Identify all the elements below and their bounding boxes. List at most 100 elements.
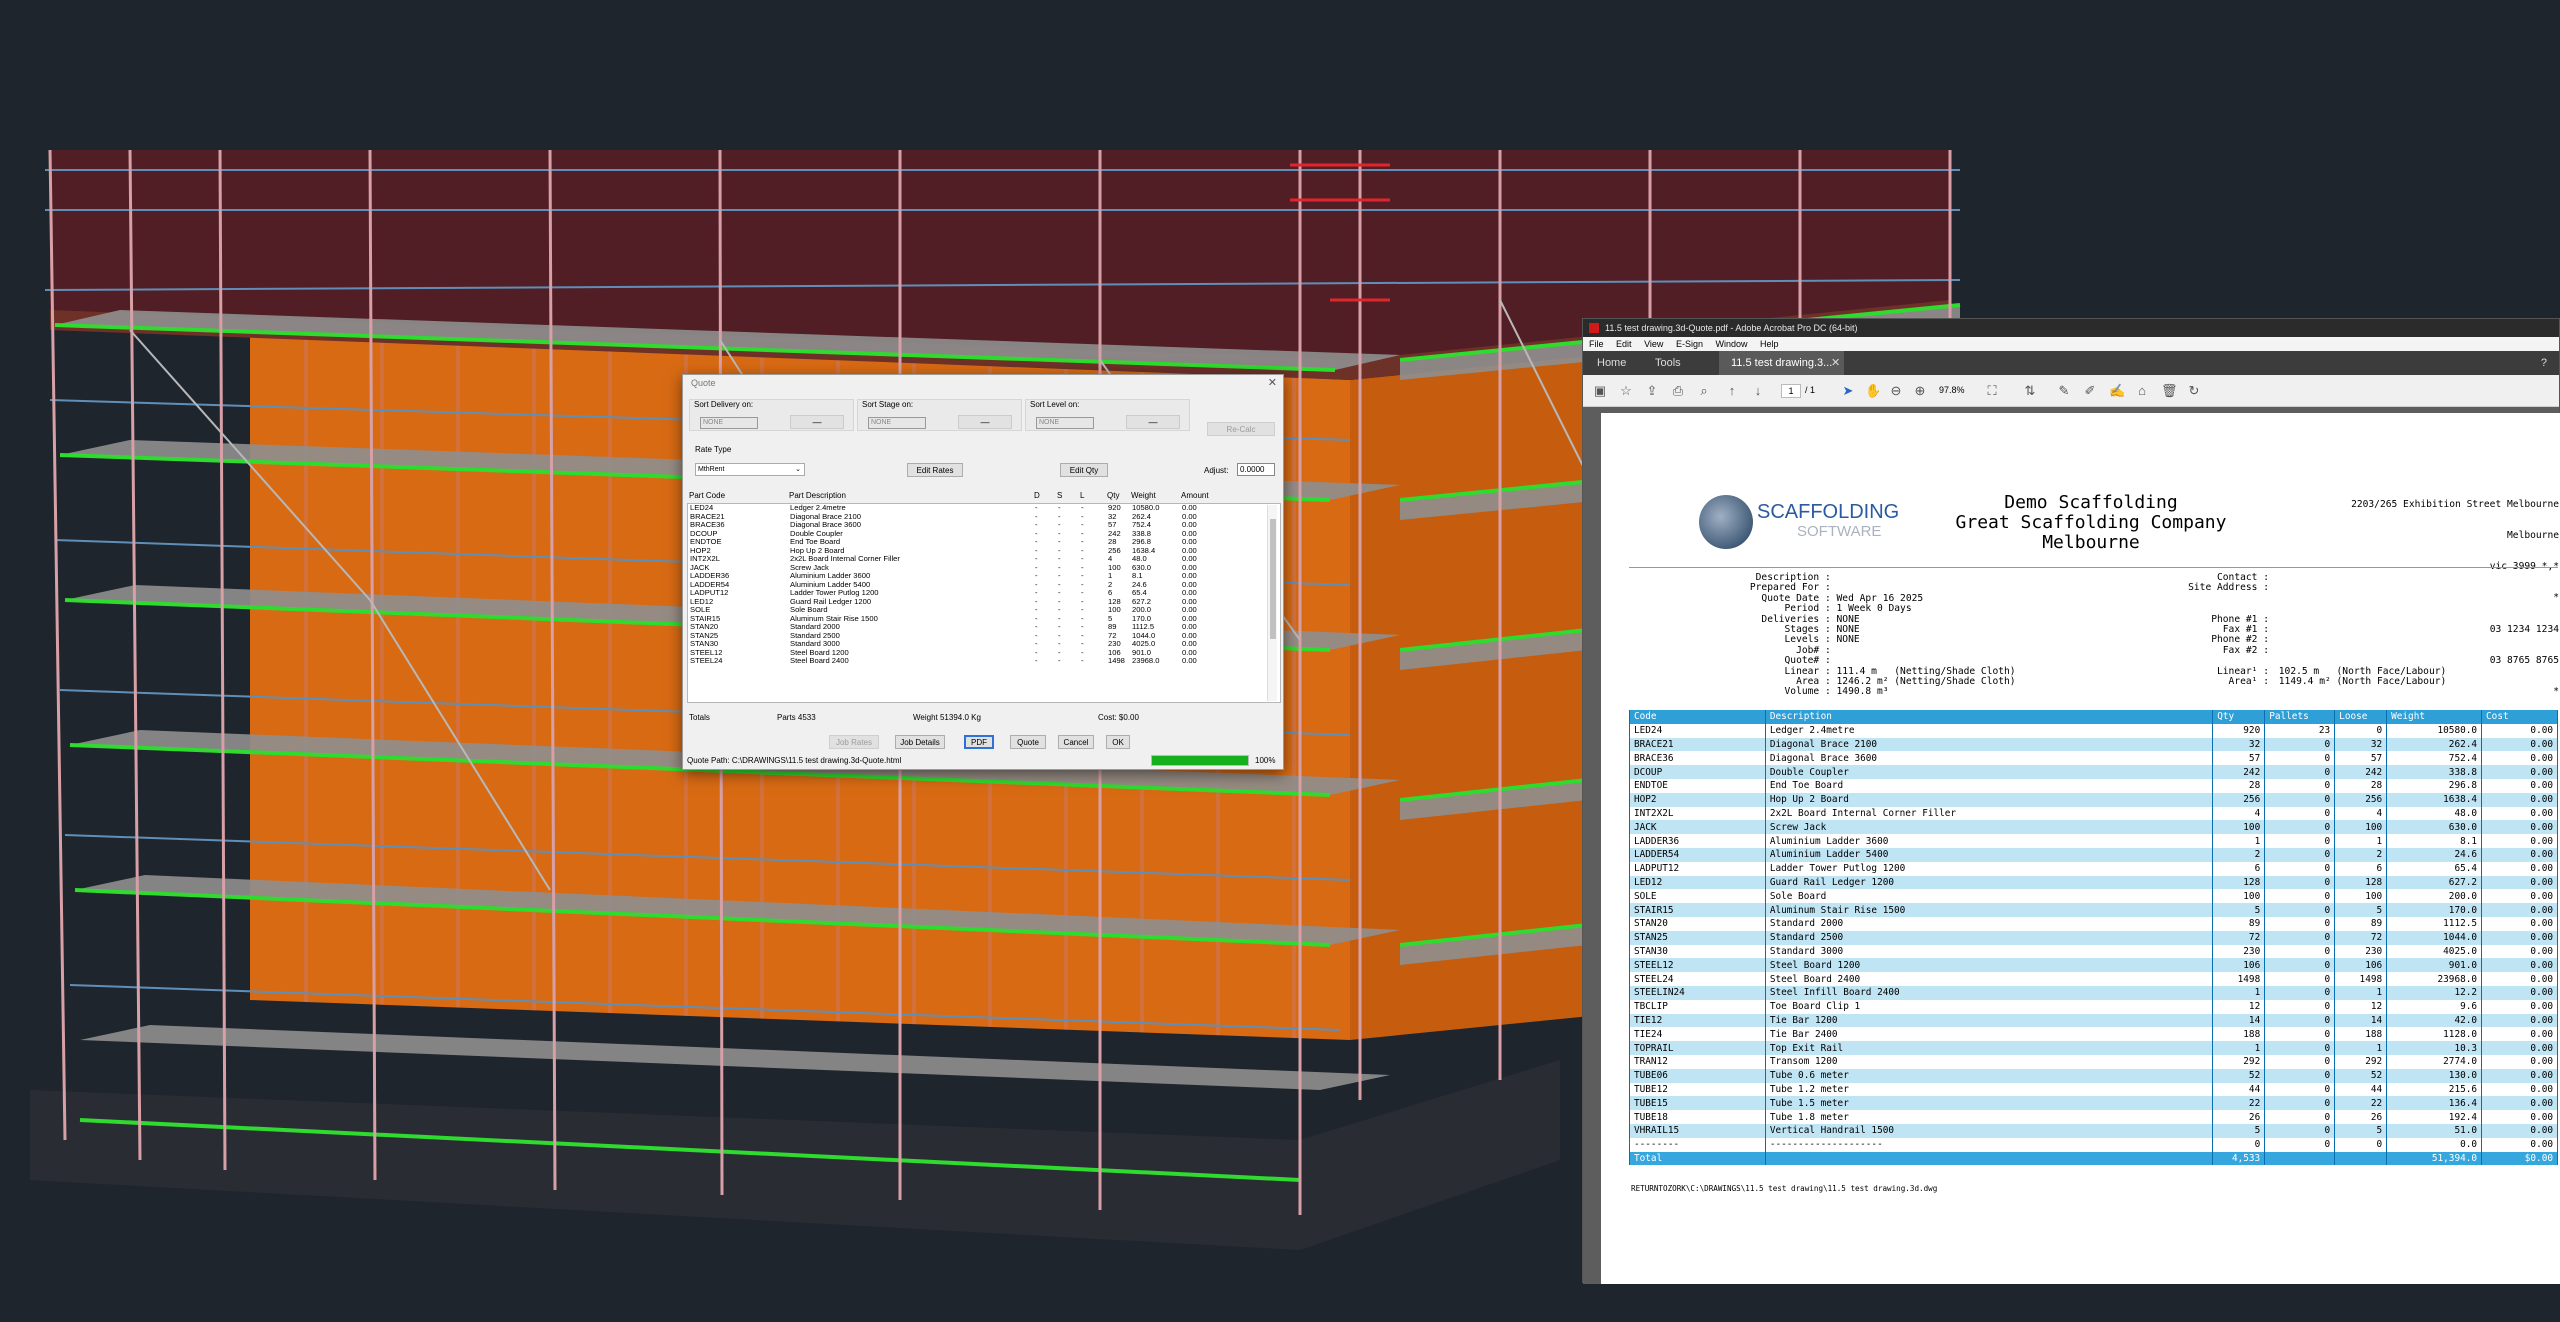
ok-button[interactable]: OK (1106, 735, 1130, 749)
cell-description: End Toe Board (1764, 778, 2214, 793)
cell-code: TIE12 (1629, 1013, 1766, 1028)
edit-rates-button[interactable]: Edit Rates (907, 463, 963, 477)
cell-qty: 100 (2212, 820, 2266, 835)
cell-code: TBCLIP (1629, 999, 1766, 1014)
draw-icon[interactable]: ✍ (2109, 384, 2125, 398)
cell-code: LADDER36 (1629, 834, 1766, 848)
recalc-button[interactable]: Re-Calc (1207, 422, 1275, 436)
cell-qty: 32 (2212, 737, 2266, 752)
stamp-icon[interactable]: ⌂ (2135, 384, 2149, 398)
sort-stage-button[interactable]: — (958, 415, 1012, 429)
menu-window[interactable]: Window (1715, 339, 1747, 349)
cell-cost: 0.00 (2481, 1068, 2558, 1083)
cell-weight: 24.6 (2386, 847, 2483, 862)
cell-pallets: 0 (2264, 834, 2336, 848)
table-row: TBCLIP Toe Board Clip 1 12 0 12 9.6 0.00 (1629, 999, 2558, 1014)
fit-page-icon[interactable]: ⛶ (1985, 384, 1999, 398)
table-row: STAN30 Standard 3000 230 0 230 4025.0 0.00 (1629, 944, 2558, 959)
table-row: TIE12 Tie Bar 1200 14 0 14 42.0 0.00 (1629, 1013, 2558, 1028)
document-view[interactable]: SCAFFOLDING SOFTWARE Demo Scaffolding Gr… (1583, 407, 2560, 1284)
next-page-icon[interactable]: ↓ (1751, 384, 1765, 398)
zoom-level[interactable]: 97.8% (1939, 385, 1965, 395)
zoom-out-icon[interactable]: ⊖ (1889, 384, 1903, 398)
job-rates-button[interactable]: Job Rates (829, 735, 879, 749)
sort-delivery-field[interactable]: NONE (700, 417, 758, 429)
quote-button[interactable]: Quote (1010, 735, 1046, 749)
cell-loose: 4 (2334, 806, 2388, 821)
part-d: - (1035, 656, 1038, 665)
save-icon[interactable]: ▣ (1593, 384, 1607, 398)
cell-qty: 2 (2212, 847, 2266, 862)
menu-help[interactable]: Help (1760, 339, 1779, 349)
prev-page-icon[interactable]: ↑ (1725, 384, 1739, 398)
select-cursor-icon[interactable]: ➤ (1841, 384, 1855, 398)
tab-tools[interactable]: Tools (1655, 351, 1681, 375)
menu-edit[interactable]: Edit (1616, 339, 1632, 349)
cell-pallets: 0 (2264, 792, 2336, 807)
acrobat-toolbar: ▣ ☆ ⇪ ⎙ ⌕ ↑ ↓ 1 / 1 ➤ ✋ ⊖ ⊕ 97.8% ⛶ ⇅ ✎ … (1583, 375, 2559, 407)
menu-file[interactable]: File (1589, 339, 1604, 349)
job-details-button[interactable]: Job Details (895, 735, 945, 749)
address-line-1: 2203/265 Exhibition Street Melbourne (2351, 498, 2559, 510)
adjust-input[interactable]: 0.0000 (1237, 463, 1275, 476)
cell-weight: 10.3 (2386, 1041, 2483, 1055)
page-input[interactable]: 1 (1781, 384, 1801, 398)
cell-pallets: 0 (2264, 958, 2336, 973)
comment-icon[interactable]: ✎ (2057, 384, 2071, 398)
cell-description: Standard 3000 (1764, 944, 2214, 959)
edit-qty-button[interactable]: Edit Qty (1060, 463, 1108, 477)
upload-icon[interactable]: ⇪ (1645, 384, 1659, 398)
close-icon[interactable]: ✕ (1268, 375, 1277, 391)
acrobat-window-title: 11.5 test drawing.3d-Quote.pdf - Adobe A… (1605, 323, 1858, 333)
cell-qty: 292 (2212, 1054, 2266, 1069)
cell-weight: 2774.0 (2386, 1054, 2483, 1069)
parts-scrollbar[interactable] (1267, 505, 1277, 701)
menu-esign[interactable]: E-Sign (1676, 339, 1703, 349)
cell-loose: 292 (2334, 1054, 2388, 1069)
cell-weight: 12.2 (2386, 985, 2483, 1000)
cell-description: Diagonal Brace 2100 (1764, 737, 2214, 752)
star-icon[interactable]: ☆ (1619, 384, 1633, 398)
search-icon[interactable]: ⌕ (1697, 384, 1711, 398)
sort-stage-field[interactable]: NONE (868, 417, 926, 429)
cell-qty: 920 (2212, 723, 2266, 738)
parts-list[interactable]: LED24 Ledger 2.4metre - - -920 10580.0 0.00 BRA… (687, 503, 1281, 703)
cell-cost: 0.00 (2481, 958, 2558, 973)
highlight-icon[interactable]: ✐ (2083, 384, 2097, 398)
cell-pallets: 0 (2264, 861, 2336, 876)
cell-cost: 0.00 (2481, 1137, 2558, 1152)
print-icon[interactable]: ⎙ (1671, 384, 1685, 398)
cell-description: Description (1764, 710, 2214, 724)
rotate-icon[interactable]: ↻ (2187, 384, 2201, 398)
scroll-mode-icon[interactable]: ⇅ (2023, 384, 2037, 398)
scrollbar-thumb[interactable] (1270, 519, 1276, 639)
sort-delivery-button[interactable]: — (790, 415, 844, 429)
tab-close-icon[interactable]: ✕ (1831, 351, 1840, 375)
menu-bar: File Edit View E-Sign Window Help (1583, 337, 2559, 351)
zoom-in-icon[interactable]: ⊕ (1913, 384, 1927, 398)
sort-level-button[interactable]: — (1126, 415, 1180, 429)
table-row: TOPRAIL Top Exit Rail 1 0 1 10.3 0.00 (1629, 1041, 2558, 1055)
sort-level-field[interactable]: NONE (1036, 417, 1094, 429)
delete-icon[interactable]: 🗑 (2161, 384, 2178, 398)
cell-weight: 200.0 (2386, 889, 2483, 904)
cell-description: Top Exit Rail (1764, 1041, 2214, 1055)
rate-type-select[interactable]: MthRent ⌄ (695, 463, 805, 476)
cell-weight: 1044.0 (2386, 930, 2483, 945)
cell-cost: 0.00 (2481, 1096, 2558, 1111)
address-line-7: * (2553, 686, 2559, 698)
parts-row[interactable]: STEEL24 Steel Board 2400 - - - 1498 23968.0 0.0… (688, 656, 1280, 666)
help-icon[interactable]: ? (2541, 351, 2547, 375)
menu-view[interactable]: View (1644, 339, 1663, 349)
cell-qty: 1 (2212, 1041, 2266, 1055)
cancel-button[interactable]: Cancel (1058, 735, 1094, 749)
cell-cost: 0.00 (2481, 751, 2558, 766)
hand-icon[interactable]: ✋ (1865, 384, 1881, 398)
cell-code: TUBE18 (1629, 1110, 1766, 1124)
tab-document[interactable]: 11.5 test drawing.3... (1719, 351, 1845, 375)
cell-pallets: 0 (2264, 903, 2336, 917)
tab-home[interactable]: Home (1597, 351, 1626, 375)
cell-cost: 0.00 (2481, 847, 2558, 862)
company-subtitle: Great Scaffolding Company (1955, 512, 2227, 533)
pdf-button[interactable]: PDF (964, 735, 994, 749)
